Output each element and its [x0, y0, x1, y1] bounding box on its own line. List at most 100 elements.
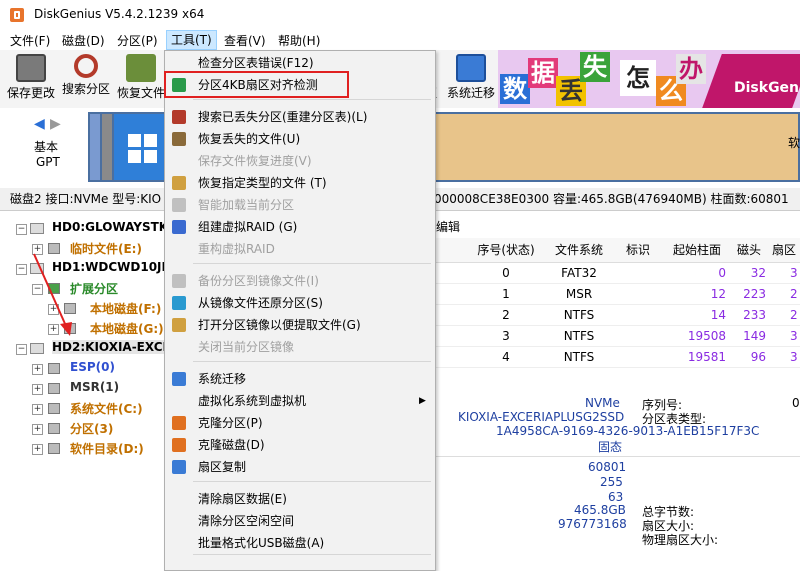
cell-sector: 3 — [790, 329, 798, 343]
next-disk-arrow[interactable]: ▶ — [50, 116, 61, 132]
menu-bar: 文件(F) 磁盘(D) 分区(P) 工具(T) 查看(V) 帮助(H) — [0, 30, 800, 50]
partition-table-type: GPT — [36, 155, 60, 169]
tools-menu-item[interactable]: 备份分区到镜像文件(I) — [165, 270, 435, 292]
tree-partition[interactable]: 分区(3) — [70, 420, 113, 437]
recover-icon — [126, 54, 156, 82]
banner-char: 失 — [580, 52, 610, 82]
tools-menu-item[interactable]: 批量格式化USB磁盘(A) — [165, 532, 435, 554]
tools-menu-item[interactable]: 扇区复制 — [165, 456, 435, 478]
disk-info-left: 磁盘2 接口:NVMe 型号:KIO — [10, 192, 162, 206]
tree-disk-hd2[interactable]: HD2:KIOXIA-EXCER — [52, 340, 180, 354]
migration-icon — [172, 372, 186, 386]
tree-partition[interactable]: 软件目录(D:) — [70, 440, 144, 457]
tools-menu-item[interactable]: 组建虚拟RAID (G) — [165, 216, 435, 238]
cell-filesystem: NTFS — [563, 329, 595, 343]
tools-menu-item[interactable]: 保存文件恢复进度(V) — [165, 150, 435, 172]
window-title: DiskGenius V5.4.2.1239 x64 — [34, 7, 205, 21]
tools-menu-item[interactable]: 智能加载当前分区 — [165, 194, 435, 216]
banner-char: 怎 — [620, 60, 656, 96]
cell-filesystem: NTFS — [563, 350, 595, 364]
tools-menu-item[interactable]: 关闭当前分区镜像 — [165, 336, 435, 358]
system-migration-button[interactable]: 系统迁移 — [444, 50, 498, 106]
col-sector[interactable]: 扇区 — [772, 238, 800, 263]
recover-icon — [172, 132, 186, 146]
tools-menu-item-label: 克隆磁盘(D) — [198, 438, 265, 452]
tools-menu-item[interactable]: 克隆磁盘(D) — [165, 434, 435, 456]
tools-menu-item-label: 克隆分区(P) — [198, 416, 263, 430]
col-head[interactable]: 磁头 — [732, 238, 766, 263]
tools-menu-item-label: 保存文件恢复进度(V) — [198, 154, 312, 168]
expand-toggle[interactable]: + — [32, 384, 43, 395]
expand-toggle[interactable]: + — [32, 404, 43, 415]
menu-partition[interactable]: 分区(P) — [117, 32, 158, 49]
disk-icon — [30, 223, 44, 234]
expand-toggle[interactable]: + — [32, 424, 43, 435]
partition-icon — [48, 403, 60, 414]
tools-menu-item-label: 系统迁移 — [198, 372, 247, 386]
col-start-cylinder[interactable]: 起始柱面 — [664, 238, 730, 263]
tools-menu-item-label: 恢复丢失的文件(U) — [198, 132, 301, 146]
tools-menu-item[interactable]: 虚拟化系统到虚拟机 ▶ — [165, 390, 435, 412]
collapse-toggle[interactable]: − — [16, 224, 27, 235]
partition-icon — [48, 423, 60, 434]
expand-toggle[interactable]: + — [32, 364, 43, 375]
tools-menu: 检查分区表错误(F12) 分区4KB扇区对齐检测 搜索已丢失分区(重建分区表)(L)… — [164, 50, 436, 571]
highlight-annotation — [164, 71, 349, 98]
recover-files-button[interactable]: 恢复文件 — [114, 50, 168, 106]
tools-menu-item[interactable]: 搜索已丢失分区(重建分区表)(L) — [165, 106, 435, 128]
expand-toggle[interactable]: + — [32, 444, 43, 455]
tools-menu-item[interactable]: 恢复指定类型的文件 (T) — [165, 172, 435, 194]
magnifier-icon — [74, 54, 98, 78]
col-filesystem[interactable]: 文件系统 — [544, 238, 614, 263]
save-changes-button[interactable]: 保存更改 — [4, 50, 58, 106]
col-index[interactable]: 序号(状态) — [472, 238, 540, 263]
tools-menu-item-label: 批量格式化USB磁盘(A) — [198, 536, 325, 550]
tools-menu-item[interactable]: 重构虚拟RAID — [165, 238, 435, 260]
tree-partition[interactable]: 临时文件(E:) — [70, 240, 142, 257]
tree-partition[interactable]: 本地磁盘(G:) — [90, 320, 164, 337]
menu-separator — [193, 263, 431, 264]
tree-partition[interactable]: 本地磁盘(F:) — [90, 300, 161, 317]
menu-tools[interactable]: 工具(T) — [166, 30, 217, 50]
monitor-icon — [456, 54, 486, 82]
tools-menu-item[interactable]: 清除分区空闲空间 — [165, 510, 435, 532]
menu-separator — [193, 554, 431, 555]
tree-disk-hd0[interactable]: HD0:GLOWAYSTK2 — [52, 220, 176, 234]
tools-menu-item-label: 重构虚拟RAID — [198, 242, 275, 256]
collapse-toggle[interactable]: − — [16, 264, 27, 275]
tools-menu-item[interactable]: 系统迁移 — [165, 368, 435, 390]
tree-partition[interactable]: 系统文件(C:) — [70, 400, 143, 417]
banner-char: 数 — [500, 74, 530, 104]
tree-partition[interactable]: 扩展分区 — [70, 280, 118, 297]
tab-edit[interactable]: 编辑 — [436, 218, 460, 235]
clone-disk-icon — [172, 438, 186, 452]
collapse-toggle[interactable]: − — [16, 344, 27, 355]
partition-segment[interactable] — [102, 114, 112, 180]
partition-segment[interactable] — [90, 114, 100, 180]
menu-help[interactable]: 帮助(H) — [278, 32, 320, 49]
tools-menu-item-label: 智能加载当前分区 — [198, 198, 295, 212]
data-partition-segment[interactable] — [434, 114, 798, 180]
tools-menu-item[interactable]: 打开分区镜像以便提取文件(G) — [165, 314, 435, 336]
detail-sectors: 63 — [608, 490, 624, 504]
filetype-icon — [172, 176, 186, 190]
cell-head: 96 — [750, 350, 766, 364]
tools-menu-item-label: 备份分区到镜像文件(I) — [198, 274, 319, 288]
tools-menu-item[interactable]: 清除扇区数据(E) — [165, 488, 435, 510]
cell-head: 32 — [750, 266, 766, 280]
detail-heads: 255 — [600, 475, 623, 489]
restore-image-icon — [172, 296, 186, 310]
tools-menu-item[interactable]: 恢复丢失的文件(U) — [165, 128, 435, 150]
tools-menu-item[interactable]: 克隆分区(P) — [165, 412, 435, 434]
detail-model: KIOXIA-EXCERIAPLUSG2SSD — [458, 410, 625, 424]
menu-file[interactable]: 文件(F) — [10, 32, 50, 49]
tree-partition[interactable]: MSR(1) — [70, 380, 119, 394]
promo-banner[interactable]: 数 据 丢 失 怎 么 办 DiskGenius — [498, 50, 800, 108]
menu-view[interactable]: 查看(V) — [224, 32, 266, 49]
prev-disk-arrow[interactable]: ◀ — [34, 116, 45, 132]
tools-menu-item[interactable]: 从镜像文件还原分区(S) — [165, 292, 435, 314]
tree-partition[interactable]: ESP(0) — [70, 360, 115, 374]
col-flag[interactable]: 标识 — [618, 238, 658, 263]
menu-disk[interactable]: 磁盘(D) — [62, 32, 105, 49]
search-partition-button[interactable]: 搜索分区 — [59, 50, 113, 106]
